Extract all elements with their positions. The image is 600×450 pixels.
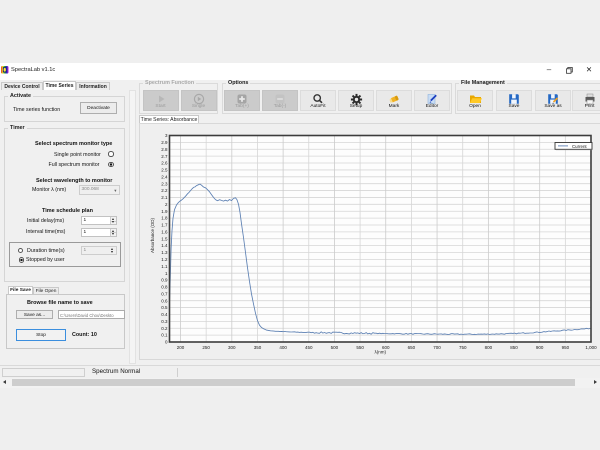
svg-text:900: 900 — [536, 345, 544, 350]
svg-text:1.8: 1.8 — [161, 216, 168, 221]
svg-text:0: 0 — [165, 340, 168, 345]
svg-text:Absorbance (OD): Absorbance (OD) — [150, 217, 155, 253]
svg-text:Current: Current — [572, 144, 587, 149]
svg-text:1.6: 1.6 — [161, 229, 168, 234]
svg-text:1.2: 1.2 — [161, 257, 168, 262]
svg-text:0.5: 0.5 — [161, 305, 168, 310]
svg-text:3: 3 — [165, 133, 168, 138]
svg-text:2.9: 2.9 — [161, 140, 168, 145]
svg-text:2.7: 2.7 — [161, 154, 168, 159]
svg-text:0.3: 0.3 — [161, 319, 168, 324]
svg-text:250: 250 — [202, 345, 210, 350]
svg-text:300: 300 — [228, 345, 236, 350]
svg-text:2.3: 2.3 — [161, 181, 168, 186]
svg-text:λ(nm): λ(nm) — [375, 350, 387, 355]
svg-text:800: 800 — [485, 345, 493, 350]
svg-text:750: 750 — [459, 345, 467, 350]
svg-text:350: 350 — [254, 345, 262, 350]
svg-text:400: 400 — [279, 345, 287, 350]
svg-text:2.1: 2.1 — [161, 195, 168, 200]
svg-text:0.1: 0.1 — [161, 333, 168, 338]
svg-text:0.9: 0.9 — [161, 278, 168, 283]
svg-text:450: 450 — [305, 345, 313, 350]
svg-text:0.8: 0.8 — [161, 285, 168, 290]
svg-text:700: 700 — [433, 345, 441, 350]
svg-text:950: 950 — [562, 345, 570, 350]
svg-text:0.2: 0.2 — [161, 326, 168, 331]
svg-text:0.6: 0.6 — [161, 298, 168, 303]
svg-text:1.1: 1.1 — [161, 264, 168, 269]
svg-text:2.6: 2.6 — [161, 161, 168, 166]
svg-text:1,000: 1,000 — [585, 345, 597, 350]
svg-text:1.7: 1.7 — [161, 223, 168, 228]
svg-text:1.3: 1.3 — [161, 250, 168, 255]
svg-text:1.4: 1.4 — [161, 243, 168, 248]
svg-text:0.7: 0.7 — [161, 291, 168, 296]
svg-text:650: 650 — [408, 345, 416, 350]
svg-text:850: 850 — [510, 345, 518, 350]
svg-text:2.4: 2.4 — [161, 174, 168, 179]
svg-text:1.9: 1.9 — [161, 209, 168, 214]
svg-text:2.2: 2.2 — [161, 188, 168, 193]
svg-text:2.8: 2.8 — [161, 147, 168, 152]
svg-text:550: 550 — [356, 345, 364, 350]
svg-text:1.5: 1.5 — [161, 236, 168, 241]
svg-text:200: 200 — [177, 345, 185, 350]
svg-text:2: 2 — [165, 202, 168, 207]
svg-text:1: 1 — [165, 271, 168, 276]
svg-text:500: 500 — [331, 345, 339, 350]
svg-text:0.4: 0.4 — [161, 312, 168, 317]
svg-text:2.5: 2.5 — [161, 168, 168, 173]
